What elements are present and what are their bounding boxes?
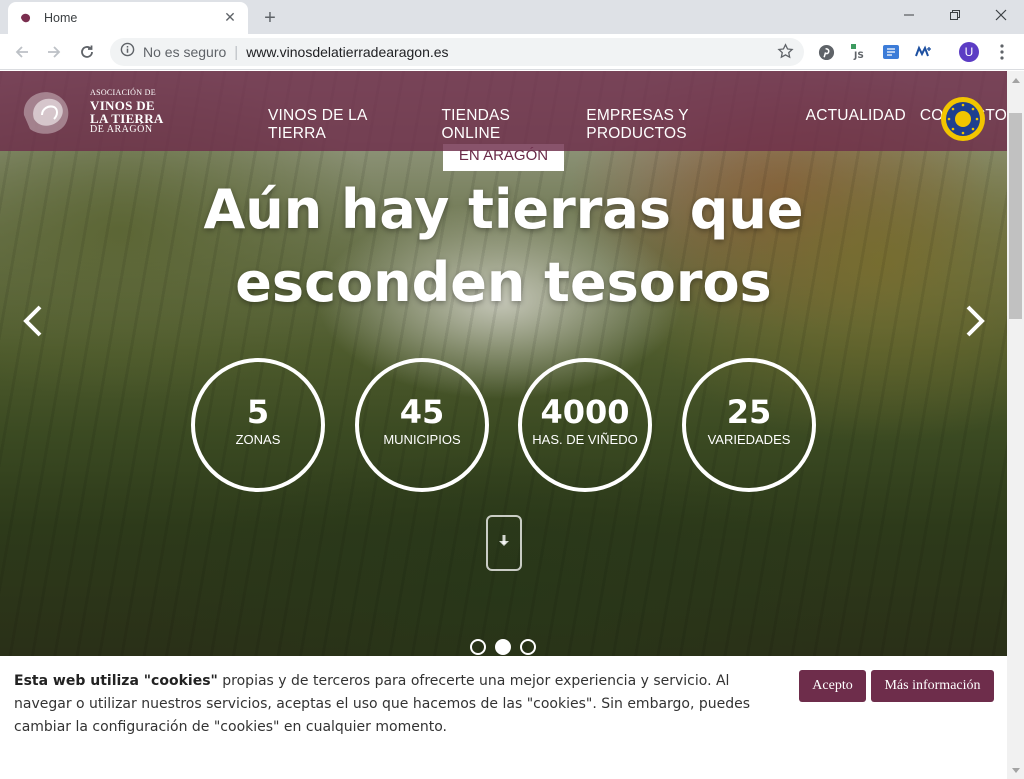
profile-initial: U bbox=[959, 42, 979, 62]
pgi-seal-icon bbox=[940, 96, 986, 142]
stat-label: MUNICIPIOS bbox=[383, 432, 461, 447]
nav-tiendas-online[interactable]: TIENDAS ONLINE bbox=[441, 107, 572, 143]
url-text[interactable]: www.vinosdelatierradearagon.es bbox=[246, 44, 448, 60]
security-label: No es seguro bbox=[143, 44, 227, 60]
stat-value: 4000 bbox=[540, 393, 630, 431]
scroll-up-arrow-icon[interactable] bbox=[1007, 71, 1024, 88]
stat-hectareas: 4000 HAS. DE VIÑEDO bbox=[518, 358, 652, 492]
nav-vinos-de-la-tierra[interactable]: VINOS DE LA TIERRA bbox=[268, 107, 427, 143]
address-bar[interactable]: No es seguro | www.vinosdelatierradearag… bbox=[110, 38, 804, 66]
scrollbar-thumb[interactable] bbox=[1009, 113, 1022, 319]
cookie-banner: Esta web utiliza "cookies" propias y de … bbox=[0, 656, 1007, 779]
stat-variedades: 25 VARIEDADES bbox=[682, 358, 816, 492]
restore-icon[interactable] bbox=[932, 0, 978, 30]
stat-label: HAS. DE VIÑEDO bbox=[532, 432, 638, 447]
back-arrow-icon[interactable] bbox=[9, 39, 35, 65]
reload-icon[interactable] bbox=[74, 39, 100, 65]
browser-tab-home[interactable]: Home ✕ bbox=[8, 2, 248, 34]
reader-extension-icon[interactable] bbox=[881, 42, 901, 62]
nav-empresas-y-productos[interactable]: EMPRESAS Y PRODUCTOS bbox=[586, 107, 791, 143]
minimize-icon[interactable] bbox=[886, 0, 932, 30]
stat-value: 25 bbox=[726, 393, 772, 431]
info-icon[interactable] bbox=[120, 42, 135, 62]
hero-slider: ASOCIACIÓN DE VINOS DE LA TIERRA DE ARAG… bbox=[0, 71, 1007, 656]
stat-label: ZONAS bbox=[235, 432, 281, 447]
scroll-down-arrow-icon[interactable] bbox=[1007, 762, 1024, 779]
pinterest-icon[interactable] bbox=[816, 42, 836, 62]
profile-avatar[interactable]: U bbox=[959, 42, 979, 62]
scroll-down-button[interactable] bbox=[486, 515, 522, 571]
new-tab-button[interactable]: + bbox=[258, 6, 282, 30]
js-extension-icon[interactable]: JS bbox=[849, 42, 869, 62]
stat-zonas: 5 ZONAS bbox=[191, 358, 325, 492]
page-scrollbar[interactable] bbox=[1007, 71, 1024, 779]
logo-wordmark[interactable]: ASOCIACIÓN DE VINOS DE LA TIERRA DE ARAG… bbox=[90, 89, 164, 135]
cookie-message: Esta web utiliza "cookies" propias y de … bbox=[14, 670, 754, 739]
cookie-more-info-button[interactable]: Más información bbox=[871, 670, 994, 702]
site-favicon-icon bbox=[18, 10, 34, 26]
browser-toolbar: No es seguro | www.vinosdelatierradearag… bbox=[0, 34, 1024, 70]
tab-close-icon[interactable]: ✕ bbox=[222, 10, 238, 26]
stat-label: VARIEDADES bbox=[707, 432, 791, 447]
association-logo-icon[interactable] bbox=[16, 85, 78, 137]
close-window-icon[interactable] bbox=[978, 0, 1024, 30]
movistar-extension-icon[interactable] bbox=[913, 42, 933, 62]
slider-dot-2[interactable] bbox=[495, 639, 511, 655]
stat-municipios: 45 MUNICIPIOS bbox=[355, 358, 489, 492]
browser-tabstrip: Home ✕ + bbox=[0, 0, 1024, 34]
stat-value: 45 bbox=[399, 393, 445, 431]
slider-dot-3[interactable] bbox=[520, 639, 536, 655]
nav-actualidad[interactable]: ACTUALIDAD bbox=[806, 107, 906, 143]
forward-arrow-icon[interactable] bbox=[41, 39, 67, 65]
address-separator: | bbox=[234, 43, 239, 61]
logo-line-4: DE ARAGÓN bbox=[90, 124, 153, 135]
stat-value: 5 bbox=[246, 393, 270, 431]
cookie-message-bold: Esta web utiliza "cookies" bbox=[14, 673, 218, 689]
bookmark-star-icon[interactable] bbox=[777, 43, 794, 65]
main-navigation: VINOS DE LA TIERRA TIENDAS ONLINE EMPRES… bbox=[268, 107, 1007, 143]
svg-text:JS: JS bbox=[853, 51, 864, 61]
tab-title: Home bbox=[44, 11, 78, 25]
logo-line-1: ASOCIACIÓN DE bbox=[90, 88, 156, 97]
browser-menu-icon[interactable] bbox=[992, 42, 1012, 62]
slider-pagination bbox=[470, 639, 536, 655]
slider-dot-1[interactable] bbox=[470, 639, 486, 655]
cookie-accept-button[interactable]: Acepto bbox=[799, 670, 866, 702]
arrow-down-icon bbox=[496, 533, 512, 553]
site-header: ASOCIACIÓN DE VINOS DE LA TIERRA DE ARAG… bbox=[0, 71, 1007, 151]
web-page: ASOCIACIÓN DE VINOS DE LA TIERRA DE ARAG… bbox=[0, 71, 1007, 779]
